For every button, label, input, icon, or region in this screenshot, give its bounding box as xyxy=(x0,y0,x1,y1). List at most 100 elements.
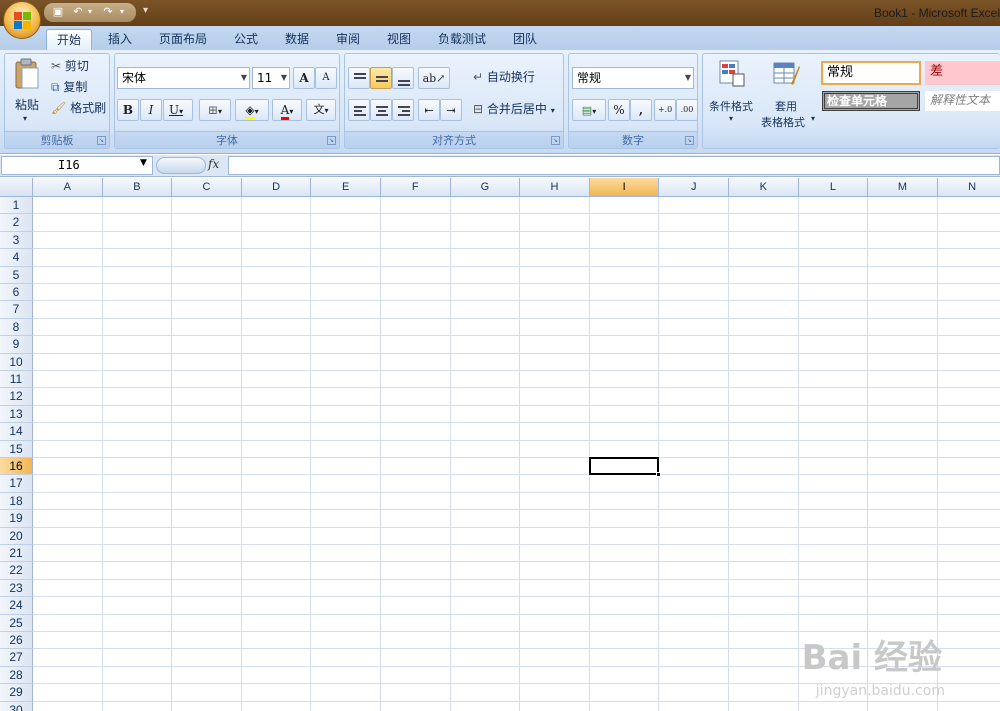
row-header-18[interactable]: 18 xyxy=(0,492,33,511)
row-header-29[interactable]: 29 xyxy=(0,684,33,702)
column-header-e[interactable]: E xyxy=(311,178,381,197)
row-header-15[interactable]: 15 xyxy=(0,440,33,458)
tab-view[interactable]: 视图 xyxy=(377,29,421,50)
align-bottom-button[interactable] xyxy=(392,67,414,89)
column-header-c[interactable]: C xyxy=(172,178,242,197)
name-box-dropdown-icon[interactable]: ▼ xyxy=(140,158,147,168)
row-header-22[interactable]: 22 xyxy=(0,562,33,580)
column-header-j[interactable]: J xyxy=(659,178,729,197)
tab-review[interactable]: 审阅 xyxy=(326,29,370,50)
select-all-corner[interactable] xyxy=(0,178,33,197)
row-header-1[interactable]: 1 xyxy=(0,197,33,215)
fill-handle[interactable] xyxy=(656,472,662,478)
tab-page-layout[interactable]: 页面布局 xyxy=(149,29,217,50)
row-header-7[interactable]: 7 xyxy=(0,301,33,319)
column-header-a[interactable]: A xyxy=(33,178,103,197)
row-header-25[interactable]: 25 xyxy=(0,614,33,632)
bold-button[interactable]: B xyxy=(117,99,139,121)
orientation-button[interactable]: ab↗ xyxy=(418,67,450,89)
increase-decimal-button[interactable]: +.0 xyxy=(654,99,676,121)
column-header-h[interactable]: H xyxy=(520,178,590,197)
column-header-d[interactable]: D xyxy=(241,178,312,197)
align-right-button[interactable] xyxy=(392,99,414,121)
column-header-l[interactable]: L xyxy=(798,178,869,197)
column-header-m[interactable]: M xyxy=(868,178,938,197)
name-box[interactable]: I16 xyxy=(1,156,153,175)
style-bad[interactable]: 差 xyxy=(925,61,1000,85)
percent-button[interactable]: % xyxy=(608,99,630,121)
decrease-decimal-button[interactable]: .00 xyxy=(676,99,698,121)
redo-dropdown-icon[interactable]: ▾ xyxy=(114,5,130,19)
row-header-14[interactable]: 14 xyxy=(0,423,33,441)
font-color-button[interactable]: A▾ xyxy=(272,99,302,121)
row-header-24[interactable]: 24 xyxy=(0,597,33,615)
style-normal[interactable]: 常规 xyxy=(821,61,921,85)
borders-button[interactable]: ⊞▾ xyxy=(199,99,231,121)
row-header-4[interactable]: 4 xyxy=(0,249,33,267)
increase-indent-button[interactable]: ⇥ xyxy=(440,99,462,121)
font-name-combo[interactable]: 宋体 ▼ xyxy=(117,67,250,89)
font-launcher-icon[interactable]: ↘ xyxy=(327,136,336,145)
number-launcher-icon[interactable]: ↘ xyxy=(685,136,694,145)
tab-load-test[interactable]: 负载测试 xyxy=(428,29,496,50)
underline-button[interactable]: U▾ xyxy=(163,99,193,121)
column-header-k[interactable]: K xyxy=(729,178,799,197)
row-header-27[interactable]: 27 xyxy=(0,649,33,667)
tab-home[interactable]: 开始 xyxy=(46,29,93,50)
format-as-table-button[interactable]: 套用 表格格式 ▾ xyxy=(761,58,819,129)
row-header-20[interactable]: 20 xyxy=(0,527,33,545)
row-header-26[interactable]: 26 xyxy=(0,632,33,650)
row-header-5[interactable]: 5 xyxy=(0,266,33,284)
grow-font-button[interactable]: A xyxy=(293,67,315,89)
align-left-button[interactable] xyxy=(348,99,370,121)
phonetic-button[interactable]: 文▾ xyxy=(306,99,336,121)
comma-button[interactable]: , xyxy=(630,99,652,121)
row-header-10[interactable]: 10 xyxy=(0,353,33,371)
tab-insert[interactable]: 插入 xyxy=(98,29,142,50)
conditional-formatting-button[interactable]: 条件格式 ▾ xyxy=(705,58,759,128)
row-header-16[interactable]: 16 xyxy=(0,458,33,476)
italic-button[interactable]: I xyxy=(140,99,162,121)
clipboard-launcher-icon[interactable]: ↘ xyxy=(97,136,106,145)
decrease-indent-button[interactable]: ⇤ xyxy=(418,99,440,121)
insert-function-button[interactable]: fx xyxy=(208,157,219,171)
formula-input[interactable] xyxy=(228,156,1000,175)
column-header-i[interactable]: I xyxy=(589,178,660,197)
row-header-6[interactable]: 6 xyxy=(0,284,33,302)
row-header-30[interactable]: 30 xyxy=(0,701,33,711)
column-header-f[interactable]: F xyxy=(381,178,451,197)
align-center-button[interactable] xyxy=(370,99,392,121)
align-top-button[interactable] xyxy=(348,67,370,89)
row-header-17[interactable]: 17 xyxy=(0,475,33,493)
office-button[interactable] xyxy=(3,1,41,39)
font-size-combo[interactable]: 11 ▼ xyxy=(252,67,290,89)
alignment-launcher-icon[interactable]: ↘ xyxy=(551,136,560,145)
fill-color-button[interactable]: ◈▾ xyxy=(235,99,269,121)
align-middle-button[interactable] xyxy=(370,67,392,89)
row-header-13[interactable]: 13 xyxy=(0,405,33,424)
row-header-3[interactable]: 3 xyxy=(0,231,33,250)
currency-button[interactable]: ▤▾ xyxy=(572,99,606,121)
row-header-23[interactable]: 23 xyxy=(0,579,33,598)
tab-formulas[interactable]: 公式 xyxy=(224,29,268,50)
row-header-9[interactable]: 9 xyxy=(0,336,33,354)
style-check-cell[interactable]: 检查单元格 xyxy=(822,91,920,111)
style-explanatory[interactable]: 解释性文本 xyxy=(925,91,1000,111)
save-icon[interactable]: ▣ xyxy=(50,5,66,19)
paste-button[interactable]: 粘贴 ▾ xyxy=(9,58,45,130)
row-header-21[interactable]: 21 xyxy=(0,545,33,563)
tab-data[interactable]: 数据 xyxy=(275,29,319,50)
column-header-b[interactable]: B xyxy=(102,178,173,197)
shrink-font-button[interactable]: A xyxy=(315,67,337,89)
row-header-12[interactable]: 12 xyxy=(0,388,33,406)
row-header-28[interactable]: 28 xyxy=(0,666,33,685)
column-header-g[interactable]: G xyxy=(450,178,521,197)
row-header-2[interactable]: 2 xyxy=(0,214,33,232)
cut-button[interactable]: ✂ 剪切 xyxy=(51,56,89,78)
row-header-19[interactable]: 19 xyxy=(0,510,33,528)
wrap-text-button[interactable]: ↵ 自动换行 xyxy=(473,67,535,89)
tab-team[interactable]: 团队 xyxy=(503,29,547,50)
row-header-11[interactable]: 11 xyxy=(0,371,33,389)
active-cell[interactable] xyxy=(588,457,660,476)
copy-button[interactable]: ⧉ 复制 xyxy=(51,77,87,99)
